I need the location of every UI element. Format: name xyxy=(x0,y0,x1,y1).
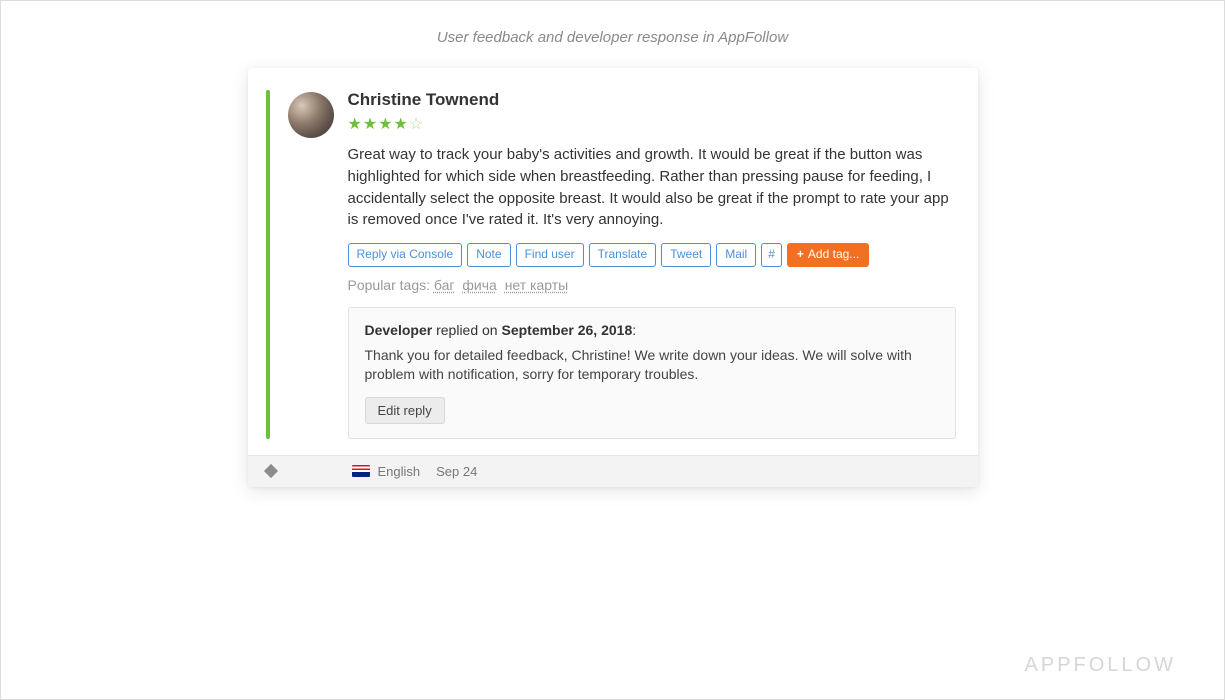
popular-tag[interactable]: нет карты xyxy=(505,277,569,293)
add-tag-button[interactable]: + Add tag... xyxy=(787,243,869,267)
page-caption: User feedback and developer response in … xyxy=(1,1,1224,68)
language-label: English xyxy=(378,464,421,479)
review-text: Great way to track your baby's activitie… xyxy=(348,144,956,231)
plus-icon: + xyxy=(797,247,804,263)
avatar-column xyxy=(288,90,348,439)
review-content: Christine Townend ★★★★☆ Great way to tra… xyxy=(348,90,956,439)
popular-tag[interactable]: фича xyxy=(462,277,496,293)
popular-tags-label: Popular tags: xyxy=(348,277,431,293)
developer-reply-box: Developer replied on September 26, 2018:… xyxy=(348,307,956,439)
note-button[interactable]: Note xyxy=(467,243,510,267)
popular-tag[interactable]: баг xyxy=(434,277,455,293)
author-name: Christine Townend xyxy=(348,90,956,110)
developer-reply-text: Thank you for detailed feedback, Christi… xyxy=(365,346,939,385)
platform-icon xyxy=(263,464,277,478)
language-group[interactable]: English xyxy=(352,464,421,479)
tweet-button[interactable]: Tweet xyxy=(661,243,711,267)
star-full-icon: ★ xyxy=(394,116,409,133)
avatar xyxy=(288,92,334,138)
developer-verb: replied on xyxy=(436,322,498,338)
review-card: Christine Townend ★★★★☆ Great way to tra… xyxy=(248,68,978,487)
accent-bar xyxy=(266,90,270,439)
popular-tags-row: Popular tags: баг фича нет карты xyxy=(348,277,956,293)
popular-tags-list: баг фича нет карты xyxy=(434,277,572,293)
footer-date: Sep 24 xyxy=(436,464,477,479)
developer-role: Developer xyxy=(365,322,433,338)
card-footer: English Sep 24 xyxy=(248,455,978,487)
developer-colon: : xyxy=(632,322,636,338)
star-rating: ★★★★☆ xyxy=(348,114,956,134)
developer-reply-header: Developer replied on September 26, 2018: xyxy=(365,322,939,338)
star-full-icon: ★ xyxy=(363,116,378,133)
action-row: Reply via Console Note Find user Transla… xyxy=(348,243,956,267)
hash-button[interactable]: # xyxy=(761,243,782,267)
flag-icon xyxy=(352,465,370,477)
star-empty-icon: ☆ xyxy=(409,116,424,133)
star-full-icon: ★ xyxy=(378,116,393,133)
watermark: APPFOLLOW xyxy=(1025,654,1176,677)
edit-reply-button[interactable]: Edit reply xyxy=(365,397,445,424)
review-body: Christine Townend ★★★★☆ Great way to tra… xyxy=(248,68,978,455)
developer-reply-date: September 26, 2018 xyxy=(501,322,632,338)
star-full-icon: ★ xyxy=(348,116,363,133)
add-tag-label: Add tag... xyxy=(808,247,859,263)
translate-button[interactable]: Translate xyxy=(589,243,657,267)
mail-button[interactable]: Mail xyxy=(716,243,756,267)
find-user-button[interactable]: Find user xyxy=(516,243,584,267)
reply-via-console-button[interactable]: Reply via Console xyxy=(348,243,463,267)
